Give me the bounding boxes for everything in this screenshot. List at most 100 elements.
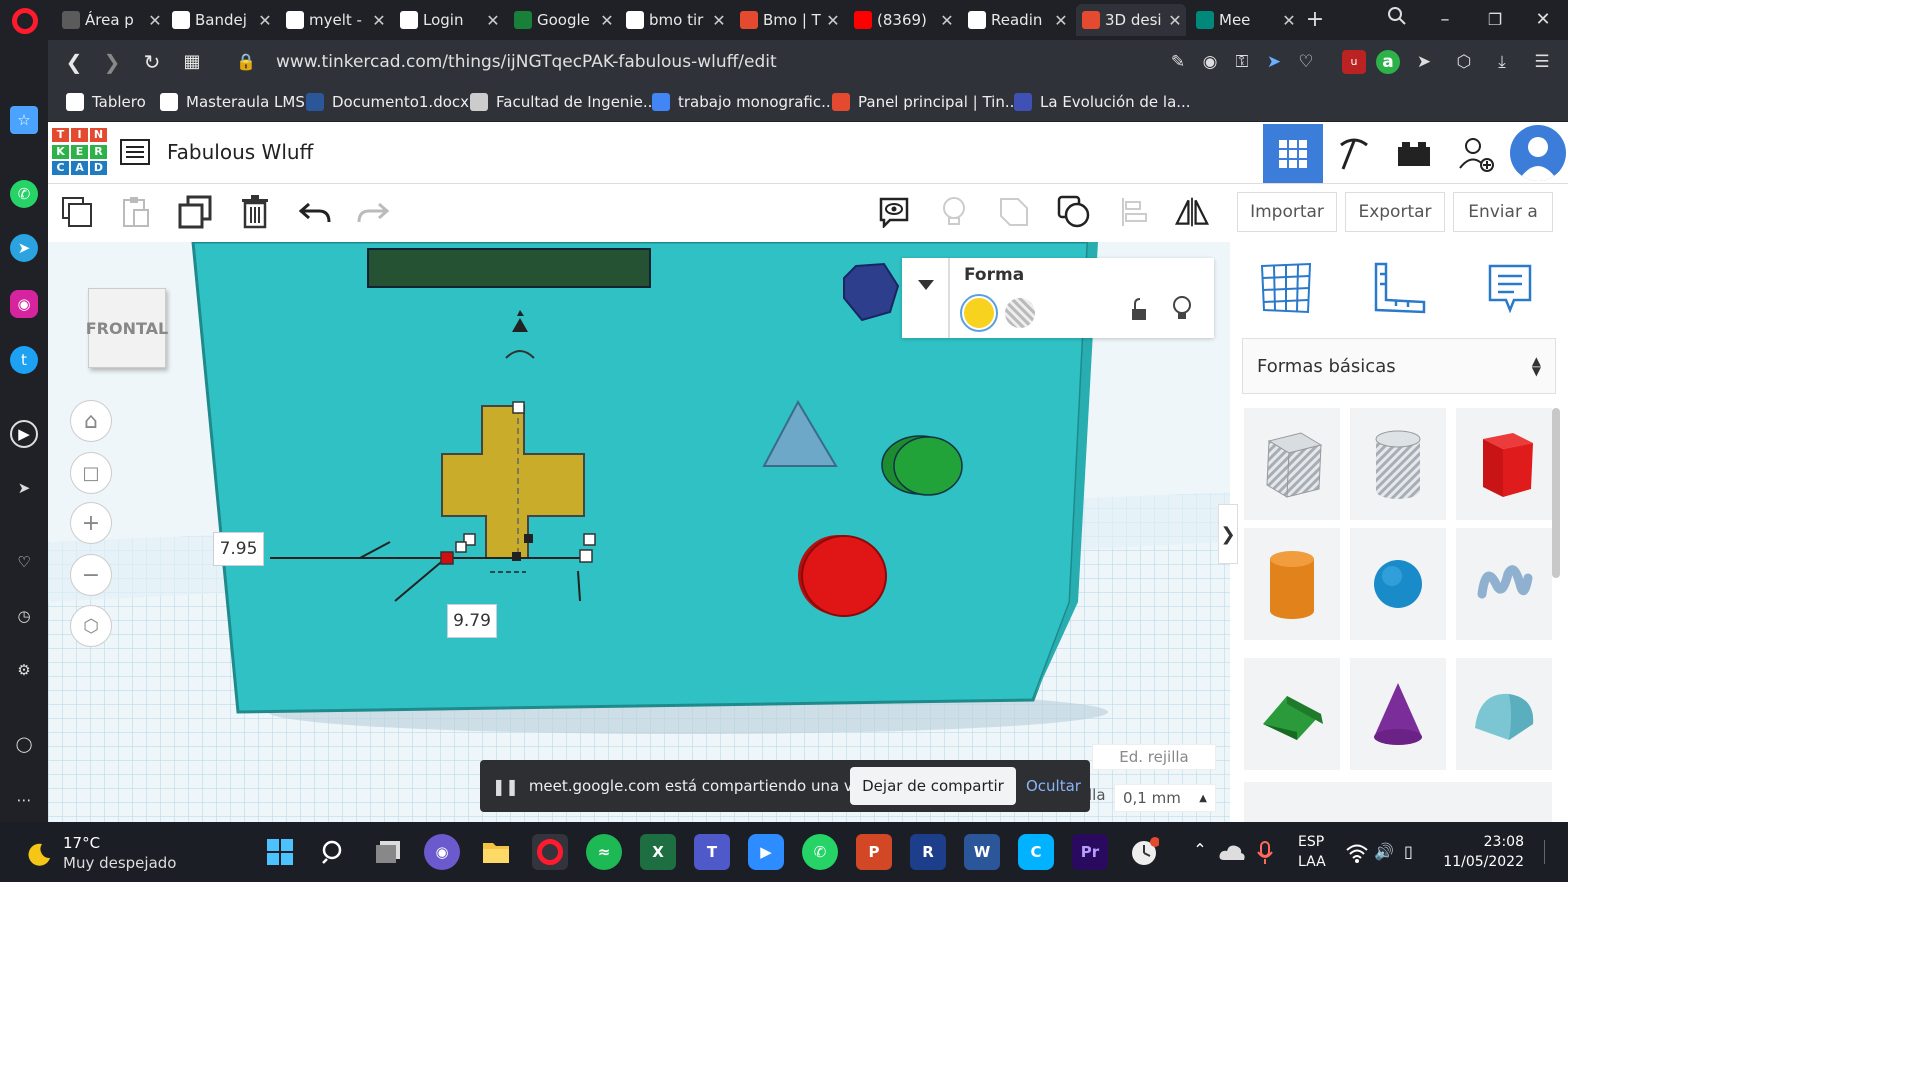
premiere-icon[interactable]: Pr: [1072, 834, 1108, 870]
word-icon[interactable]: W: [964, 834, 1000, 870]
shape-tile-box[interactable]: [1456, 408, 1552, 520]
extension-a-icon[interactable]: a: [1376, 50, 1400, 74]
bookmark-item[interactable]: Documento1.docx: [306, 90, 469, 114]
screen-shape[interactable]: [366, 247, 652, 291]
notes-icon[interactable]: [1486, 262, 1534, 316]
language-code[interactable]: ESP: [1298, 834, 1324, 850]
pointer-icon[interactable]: ➤: [1412, 50, 1436, 74]
opera-taskbar-icon[interactable]: [532, 834, 568, 870]
design-title[interactable]: Fabulous Wluff: [167, 140, 313, 164]
heart-icon[interactable]: ♡: [1294, 50, 1318, 74]
browser-tab[interactable]: Login ✕: [394, 4, 504, 36]
url-field[interactable]: www.tinkercad.com/things/ijNGTqecPAK-fab…: [276, 50, 777, 74]
battery-icon[interactable]: ▯: [1404, 842, 1426, 864]
windows-start-icon[interactable]: [262, 834, 298, 870]
opera-logo-icon[interactable]: [12, 8, 38, 34]
lightbulb-icon[interactable]: ◯: [10, 730, 38, 758]
browser-tab[interactable]: bmo tir ✕: [620, 4, 730, 36]
clock-time[interactable]: 23:08: [1452, 834, 1524, 850]
cube-extension-icon[interactable]: ⬡: [1452, 50, 1476, 74]
spotify-icon[interactable]: ≈: [586, 834, 622, 870]
powerpoint-icon[interactable]: P: [856, 834, 892, 870]
lightbulb-icon[interactable]: [937, 195, 971, 229]
file-explorer-icon[interactable]: [478, 834, 514, 870]
keyboard-layout[interactable]: LAA: [1298, 854, 1326, 870]
microphone-icon[interactable]: [1255, 840, 1275, 866]
library-scrollbar[interactable]: [1552, 408, 1560, 578]
restore-icon[interactable]: ❐: [1480, 6, 1510, 34]
player-icon[interactable]: ▶: [10, 420, 38, 448]
volume-icon[interactable]: 🔊: [1374, 842, 1396, 864]
show-hidden-icons[interactable]: ⌃: [1190, 840, 1210, 864]
zoom-icon[interactable]: ▶: [748, 834, 784, 870]
excel-icon[interactable]: X: [640, 834, 676, 870]
shape-tile-sphere[interactable]: [1350, 528, 1446, 640]
browser-tab[interactable]: Google ✕: [508, 4, 618, 36]
browser-tab[interactable]: Bmo | T ✕: [734, 4, 844, 36]
category-select[interactable]: Formas básicas ▲ ▼: [1242, 338, 1556, 394]
clock-date[interactable]: 11/05/2022: [1442, 854, 1524, 870]
zoom-out-icon[interactable]: −: [70, 554, 112, 596]
search-tabs-icon[interactable]: [1382, 6, 1412, 34]
tab-close-icon[interactable]: ✕: [708, 11, 730, 30]
ublock-icon[interactable]: u: [1342, 50, 1366, 74]
forward-icon[interactable]: ❯: [98, 48, 126, 76]
tab-close-icon[interactable]: ✕: [144, 11, 166, 30]
telegram-icon[interactable]: ➤: [10, 234, 38, 262]
hole-button[interactable]: [1005, 298, 1035, 328]
tab-close-icon[interactable]: ✕: [1050, 11, 1072, 30]
browser-tab[interactable]: myelt - ✕: [280, 4, 390, 36]
hide-button[interactable]: Ocultar: [1026, 777, 1081, 795]
shape-tile-box-hole[interactable]: [1244, 408, 1340, 520]
browser-tab[interactable]: 3D desi ✕: [1076, 4, 1186, 36]
width-dimension-field[interactable]: 7.95: [213, 532, 264, 566]
3d-view-button[interactable]: [1263, 124, 1323, 183]
instagram-icon[interactable]: ◉: [10, 290, 38, 318]
bookmark-item[interactable]: Panel principal | Tin...: [832, 90, 1019, 114]
lightbulb-icon[interactable]: [1172, 296, 1192, 322]
pickaxe-icon[interactable]: [1324, 124, 1384, 183]
teams-icon[interactable]: T: [694, 834, 730, 870]
search-icon[interactable]: [316, 834, 352, 870]
undo-icon[interactable]: [298, 195, 332, 229]
chat-icon[interactable]: ◉: [424, 834, 460, 870]
depth-dimension-field[interactable]: 9.79: [447, 604, 497, 638]
grid-workplane-icon[interactable]: [1258, 262, 1314, 314]
flow-icon[interactable]: ➤: [10, 474, 38, 502]
revit-icon[interactable]: R: [910, 834, 946, 870]
tinkercad-logo[interactable]: TIN KER CAD: [52, 128, 107, 176]
collapse-chevron-icon[interactable]: [912, 272, 940, 296]
tab-close-icon[interactable]: ✕: [1278, 11, 1300, 30]
plus-shape[interactable]: [260, 396, 610, 606]
shape-tile-cone[interactable]: [1350, 658, 1446, 770]
easy-setup-icon[interactable]: ☰: [1530, 50, 1554, 74]
red-cylinder-shape[interactable]: [794, 530, 892, 620]
bookmark-item[interactable]: Masteraula LMS: [160, 90, 305, 114]
green-cylinder-shape[interactable]: [878, 432, 968, 498]
browser-tab[interactable]: (8369) ✕: [848, 4, 958, 36]
tab-close-icon[interactable]: ✕: [1164, 11, 1186, 30]
task-view-icon[interactable]: [370, 834, 406, 870]
tab-close-icon[interactable]: ✕: [368, 11, 390, 30]
hexagon-shape[interactable]: [838, 262, 902, 324]
bookmark-item[interactable]: Facultad de Ingenie...: [470, 90, 657, 114]
paste-icon[interactable]: [118, 195, 152, 229]
reload-icon[interactable]: ↻: [138, 48, 166, 76]
zoom-in-icon[interactable]: +: [70, 502, 112, 544]
download-icon[interactable]: ⤓: [1490, 50, 1514, 74]
browser-tab[interactable]: Mee ✕: [1190, 4, 1300, 36]
view-cube[interactable]: FRONTAL: [86, 288, 168, 368]
lock-icon[interactable]: [1130, 298, 1150, 322]
history-icon[interactable]: ◷: [10, 602, 38, 630]
shape-tile-cylinder[interactable]: [1244, 528, 1340, 640]
bookmarks-icon[interactable]: ♡: [10, 548, 38, 576]
browser-tab[interactable]: Área p ✕: [56, 4, 166, 36]
onedrive-icon[interactable]: [1218, 842, 1246, 862]
import-button[interactable]: Importar: [1237, 192, 1337, 232]
tab-close-icon[interactable]: ✕: [596, 11, 618, 30]
twitter-icon[interactable]: t: [10, 346, 38, 374]
close-window-icon[interactable]: ✕: [1528, 6, 1558, 34]
redo-icon[interactable]: [356, 195, 390, 229]
tab-close-icon[interactable]: ✕: [254, 11, 276, 30]
snap-grid-select[interactable]: 0,1 mm ▲: [1114, 784, 1216, 812]
